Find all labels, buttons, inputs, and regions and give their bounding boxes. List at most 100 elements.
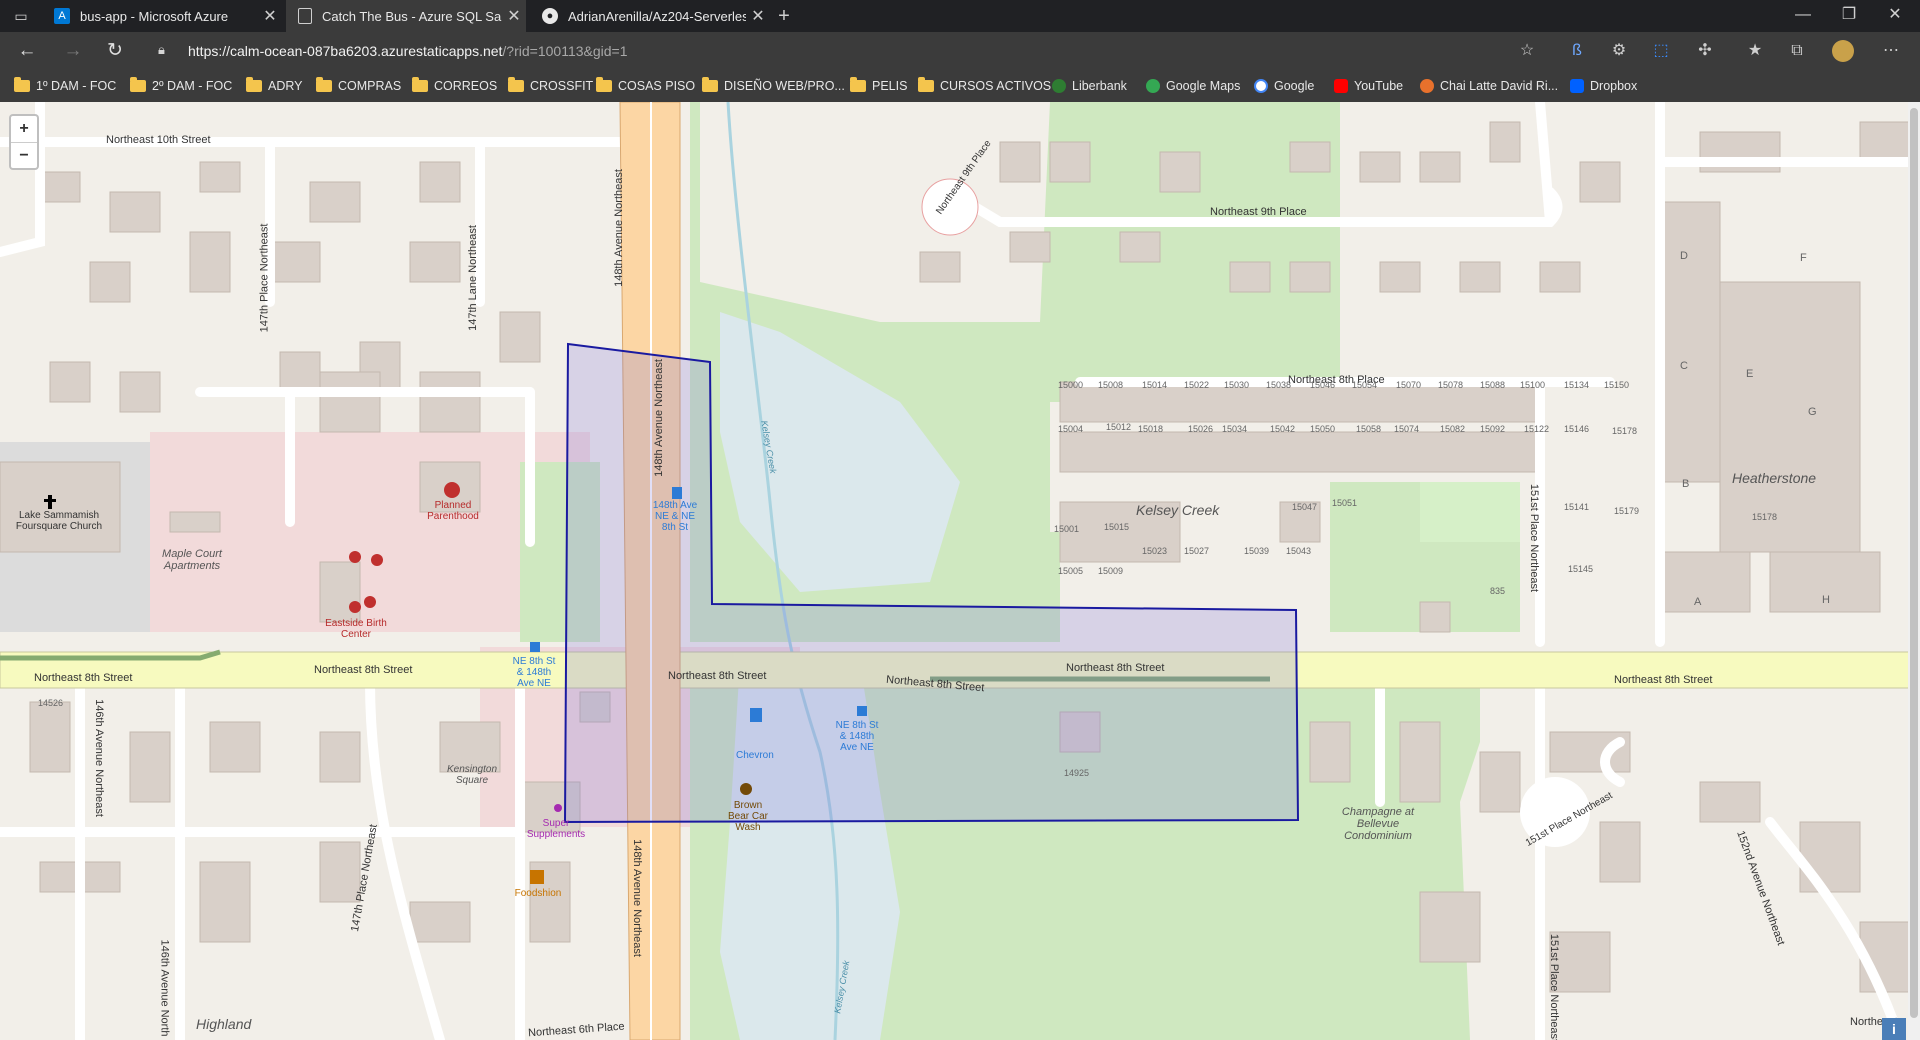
bus-stop-label[interactable]: NE 8th St & 148th Ave NE (832, 720, 882, 753)
house-number: 15054 (1352, 380, 1378, 390)
building-letter: F (1800, 252, 1807, 264)
tab-github[interactable]: ● AdrianArenilla/Az204-Serverless ✕ (530, 0, 770, 32)
bookmark-link[interactable]: Google (1254, 77, 1314, 95)
place-super-supplements: Super Supplements (526, 818, 586, 840)
vertical-scrollbar[interactable] (1908, 102, 1920, 1040)
house-number: 15058 (1356, 424, 1382, 434)
dropbox-icon (1570, 79, 1584, 93)
map-view[interactable]: + − Northeast 10th Street Northeast 9th … (0, 102, 1920, 1040)
bookmark-link[interactable]: YouTube (1334, 77, 1403, 95)
address-bar[interactable]: 🔒︎ https://calm-ocean-087ba6203.azuresta… (146, 36, 1526, 66)
house-number: 15039 (1244, 546, 1270, 556)
zoom-control: + − (9, 114, 39, 170)
add-favorite-icon[interactable]: ☆ (1516, 40, 1538, 62)
info-icon[interactable]: i (1882, 1018, 1906, 1040)
zoom-in-button[interactable]: + (11, 116, 37, 143)
collections-icon[interactable]: ⧉ (1786, 40, 1808, 62)
close-tab-icon[interactable]: ✕ (746, 6, 770, 26)
minimize-button[interactable]: — (1780, 0, 1826, 32)
house-number: 15000 (1058, 380, 1084, 390)
url-path: /?rid=100113&gid=1 (502, 43, 628, 59)
close-window-button[interactable]: ✕ (1872, 0, 1918, 32)
building-letter: D (1680, 250, 1688, 262)
bookmark-folder[interactable]: CROSSFIT (508, 77, 593, 95)
bookmark-folder[interactable]: COSAS PISO (596, 77, 695, 95)
street-label: 151st Place Northeast (1528, 483, 1541, 593)
tab-title: Catch The Bus - Azure SQL Samp (322, 8, 502, 24)
bookmark-label: DISEÑO WEB/PRO... (724, 79, 845, 93)
house-number: 15012 (1106, 422, 1132, 432)
street-label: 147th Place Northeast (258, 223, 271, 333)
house-number: 15004 (1058, 424, 1084, 434)
folder-icon (918, 77, 934, 92)
bookmark-folder[interactable]: PELIS (850, 77, 907, 95)
street-label: 146th Avenue North (158, 939, 171, 1037)
house-number: 15050 (1310, 424, 1336, 434)
zoom-out-button[interactable]: − (11, 143, 37, 169)
house-number: 15046 (1310, 380, 1336, 390)
house-number: 15014 (1142, 380, 1168, 390)
street-label: 148th Avenue Northeast (612, 169, 625, 287)
settings-menu-icon[interactable]: ⋯ (1880, 40, 1902, 62)
scrollbar-thumb[interactable] (1910, 108, 1918, 1018)
house-number: 15008 (1098, 380, 1124, 390)
back-button[interactable]: ← (14, 39, 40, 63)
youtube-icon (1334, 79, 1348, 93)
bookmark-folder[interactable]: DISEÑO WEB/PRO... (702, 77, 845, 95)
bookmark-label: 2º DAM - FOC (152, 79, 233, 93)
building-letter: A (1694, 596, 1702, 608)
toolbar: ← → ↻ 🔒︎ https://calm-ocean-087ba6203.az… (0, 32, 1920, 70)
refresh-button[interactable]: ↻ (102, 39, 128, 63)
bookmark-folder[interactable]: 1º DAM - FOC (14, 77, 116, 95)
bookmark-folder[interactable]: CORREOS (412, 77, 497, 95)
bookmark-folder[interactable]: ADRY (246, 77, 303, 95)
bookmark-link[interactable]: Chai Latte David Ri... (1420, 77, 1558, 95)
bookmark-label: Liberbank (1072, 79, 1127, 93)
bookmark-folder[interactable]: CURSOS ACTIVOS (918, 77, 1051, 95)
bookmark-folder[interactable]: COMPRAS (316, 77, 401, 95)
tab-title: bus-app - Microsoft Azure (80, 8, 229, 24)
house-number: 15122 (1524, 424, 1550, 434)
bookmark-link[interactable]: Liberbank (1052, 77, 1127, 95)
place-champagne: Champagne at Bellevue Condominium (1341, 806, 1415, 842)
house-number: 15034 (1222, 424, 1248, 434)
street-label: Northeast 9th Place (1210, 206, 1307, 218)
maximize-button[interactable]: ❐ (1826, 0, 1872, 32)
lock-icon[interactable]: 🔒︎ (158, 42, 174, 60)
house-number: 15026 (1188, 424, 1214, 434)
tab-bus-app[interactable]: A bus-app - Microsoft Azure ✕ (42, 0, 282, 32)
house-number: 15092 (1480, 424, 1506, 434)
close-tab-icon[interactable]: ✕ (258, 6, 282, 26)
street-label: 146th Avenue Northeast (92, 699, 105, 817)
street-label: Northeast 10th Street (106, 134, 211, 146)
map-canvas (0, 102, 1920, 1040)
street-label: Northeast 8th Street (1066, 662, 1165, 674)
bookmark-link[interactable]: Google Maps (1146, 77, 1240, 95)
bookmark-folder[interactable]: 2º DAM - FOC (130, 77, 232, 95)
bookmarks-bar: 1º DAM - FOC 2º DAM - FOC ADRY COMPRAS C… (0, 70, 1920, 102)
bus-stop-label[interactable]: 148th Ave NE & NE 8th St (652, 500, 698, 533)
profile-avatar[interactable] (1832, 40, 1854, 62)
house-number: 15141 (1564, 502, 1590, 512)
extension-crop-icon[interactable]: ⬚ (1650, 40, 1672, 62)
extensions-icon[interactable]: ✣ (1694, 40, 1716, 62)
place-heatherstone: Heatherstone (1732, 470, 1817, 486)
folder-icon (508, 77, 524, 92)
new-tab-button[interactable]: + (772, 4, 796, 28)
bus-stop-label[interactable]: NE 8th St & 148th Ave NE (508, 656, 560, 689)
close-tab-icon[interactable]: ✕ (502, 6, 526, 26)
tab-actions-icon[interactable]: ▭ (10, 6, 32, 26)
extension-gear-icon[interactable]: ⚙ (1608, 40, 1630, 62)
place-kensington: Kensington Square (446, 764, 498, 786)
forward-button[interactable]: → (60, 39, 86, 63)
bookmark-label: CURSOS ACTIVOS (940, 79, 1052, 93)
street-label: Northeast 8th Street (34, 672, 133, 684)
place-brown-bear: Brown Bear Car Wash (727, 800, 768, 833)
bookmark-link[interactable]: Dropbox (1570, 77, 1637, 95)
url-host: https://calm-ocean-087ba6203.azurestatic… (188, 43, 503, 59)
street-label: 147th Lane Northeast (466, 225, 479, 331)
extension-b-icon[interactable]: ß (1566, 40, 1588, 62)
liberbank-icon (1052, 79, 1066, 93)
favorites-icon[interactable]: ★ (1744, 40, 1766, 62)
tab-catch-the-bus[interactable]: Catch The Bus - Azure SQL Samp ✕ (286, 0, 526, 32)
